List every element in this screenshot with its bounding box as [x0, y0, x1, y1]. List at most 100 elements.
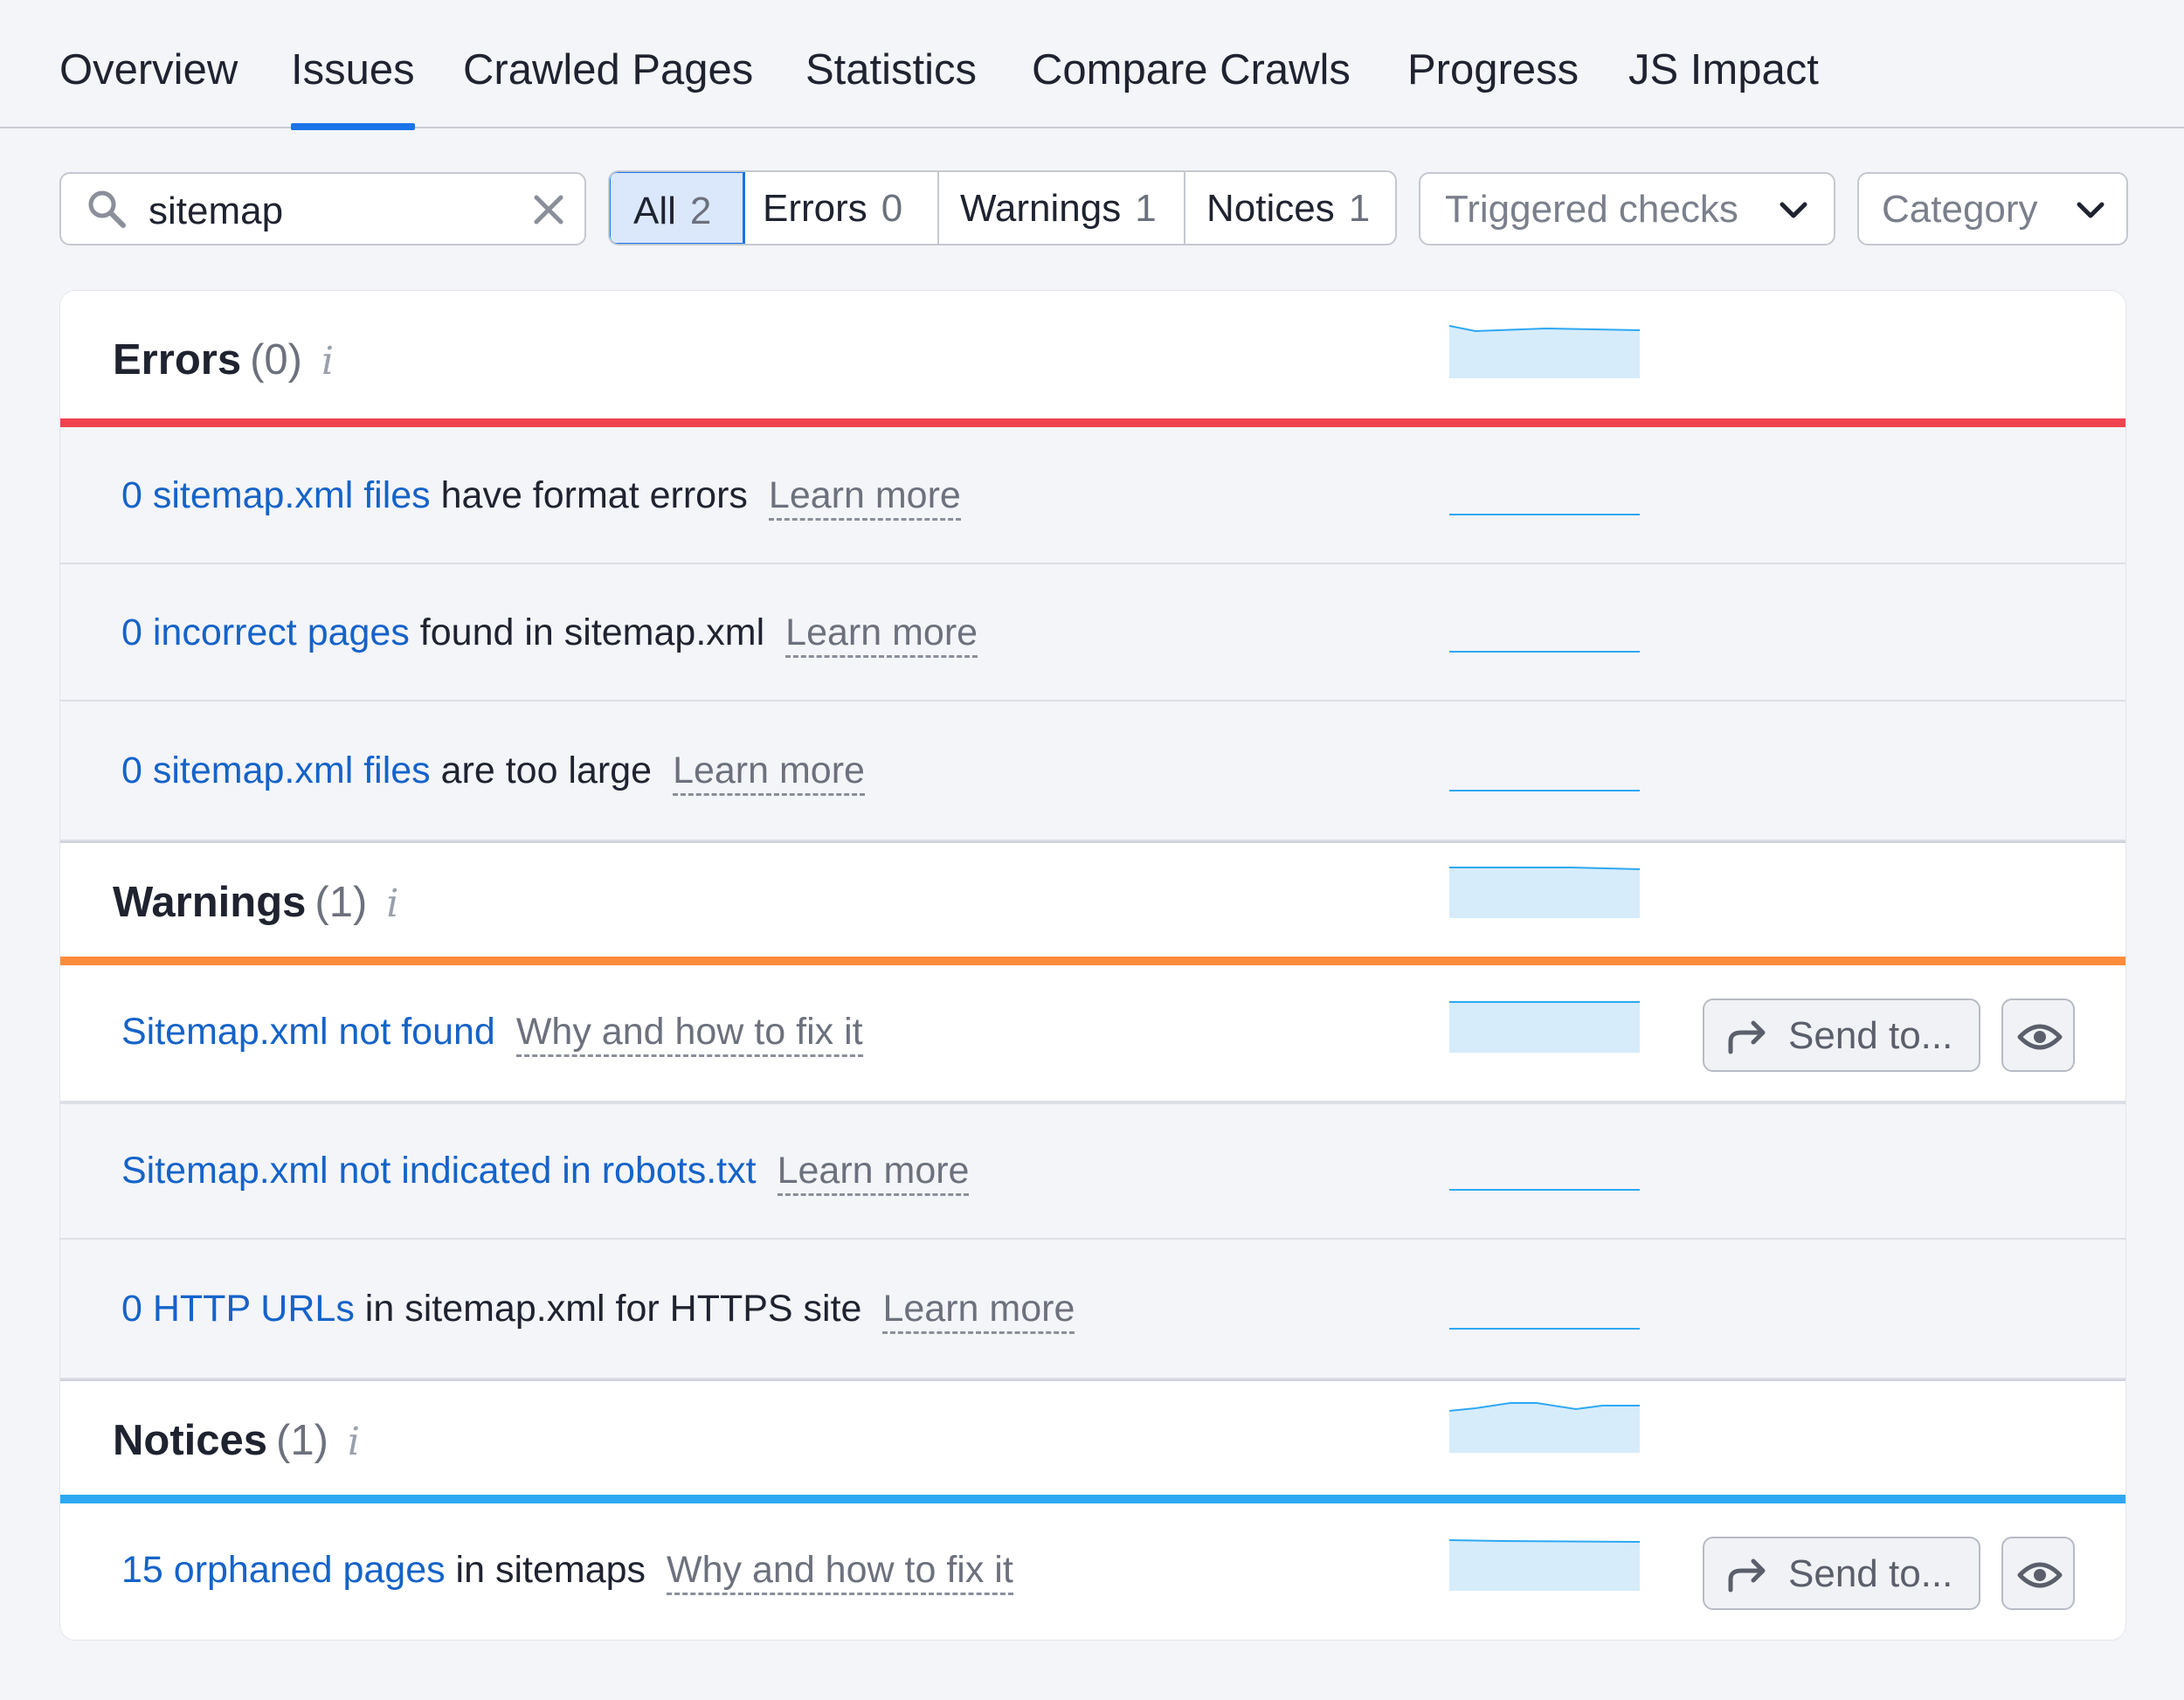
notices-title-text: Notices	[113, 1417, 268, 1464]
issue-row: 0 sitemap.xml files are too large Learn m…	[60, 701, 2125, 841]
filter-all[interactable]: All 2	[610, 172, 745, 244]
tab-compare-crawls[interactable]: Compare Crawls	[1032, 45, 1351, 128]
issue-text: Sitemap.xml not indicated in robots.txt L…	[121, 1150, 970, 1196]
share-arrow-icon	[1728, 1558, 1766, 1593]
tab-crawled-pages[interactable]: Crawled Pages	[463, 45, 753, 128]
issue-description: have format errors	[430, 474, 748, 516]
issue-link[interactable]: Sitemap.xml not indicated in robots.txt	[121, 1150, 757, 1192]
errors-section-header: Errors (0) i	[60, 291, 2125, 418]
info-icon[interactable]: i	[348, 1420, 360, 1464]
send-to-label: Send to...	[1788, 1552, 1953, 1595]
search-box	[59, 172, 586, 245]
close-icon[interactable]	[531, 192, 566, 227]
issues-panel: Errors (0) i 0 sitemap.xml files have form…	[59, 290, 2126, 1641]
triggered-checks-label: Triggered checks	[1445, 188, 1738, 231]
info-icon[interactable]: i	[321, 339, 334, 384]
issue-text: 0 sitemap.xml files have format errors Le…	[121, 474, 961, 521]
tab-issues[interactable]: Issues	[291, 45, 415, 130]
send-to-button[interactable]: Send to...	[1703, 999, 1980, 1072]
search-input[interactable]	[149, 190, 568, 233]
warnings-trend-sparkline	[1449, 867, 1640, 918]
errors-title: Errors (0) i	[113, 335, 334, 384]
issue-link[interactable]: 15 orphaned pages	[121, 1549, 446, 1591]
issue-row: 15 orphaned pages in sitemaps Why and how…	[60, 1503, 2125, 1640]
issue-link[interactable]: 0 sitemap.xml files	[121, 474, 431, 516]
issue-text: 0 HTTP URLs in sitemap.xml for HTTPS sit…	[121, 1288, 1075, 1334]
issue-trend-sparkline	[1449, 651, 1640, 653]
warnings-section-header: Warnings (1) i	[60, 841, 2125, 957]
issue-text: 0 incorrect pages found in sitemap.xml Le…	[121, 612, 978, 658]
eye-icon	[2017, 1562, 2063, 1588]
tab-statistics[interactable]: Statistics	[805, 45, 977, 128]
category-dropdown[interactable]: Category	[1857, 172, 2128, 245]
issue-text: 15 orphaned pages in sitemaps Why and how…	[121, 1549, 1013, 1595]
tab-progress[interactable]: Progress	[1407, 45, 1579, 128]
notices-trend-sparkline	[1449, 1402, 1640, 1453]
learn-more-link[interactable]: Learn more	[777, 1150, 970, 1196]
issue-trend-sparkline	[1449, 1189, 1640, 1191]
filter-all-count: 2	[689, 190, 712, 232]
notices-title: Notices (1) i	[113, 1416, 360, 1465]
share-arrow-icon	[1728, 1020, 1766, 1054]
issue-row: Sitemap.xml not found Why and how to fix …	[60, 965, 2125, 1102]
issue-trend-sparkline	[1449, 1539, 1640, 1591]
learn-more-link[interactable]: Learn more	[673, 750, 865, 796]
send-to-button[interactable]: Send to...	[1703, 1537, 1980, 1610]
filter-all-label: All	[633, 190, 676, 232]
issue-row: 0 HTTP URLs in sitemap.xml for HTTPS sit…	[60, 1240, 2125, 1379]
warnings-count: (1)	[314, 879, 368, 926]
filter-errors[interactable]: Errors 0	[745, 172, 939, 244]
issue-trend-sparkline	[1449, 1001, 1640, 1053]
warnings-color-bar	[60, 957, 2125, 965]
notices-section-header: Notices (1) i	[60, 1379, 2125, 1495]
errors-title-text: Errors	[113, 336, 242, 384]
send-to-label: Send to...	[1788, 1014, 1953, 1057]
learn-more-link[interactable]: Learn more	[882, 1288, 1075, 1334]
fix-guide-link[interactable]: Why and how to fix it	[667, 1549, 1013, 1595]
issue-trend-sparkline	[1449, 1328, 1640, 1330]
chevron-down-icon	[1780, 202, 1807, 218]
issue-trend-sparkline	[1449, 790, 1640, 791]
warnings-title: Warnings (1) i	[113, 878, 398, 927]
info-icon[interactable]: i	[386, 881, 398, 926]
filter-notices-label: Notices	[1206, 187, 1335, 230]
fix-guide-link[interactable]: Why and how to fix it	[515, 1011, 863, 1057]
category-label: Category	[1882, 188, 2038, 231]
filter-warnings-count: 1	[1135, 187, 1157, 230]
learn-more-link[interactable]: Learn more	[768, 474, 961, 521]
issue-link[interactable]: 0 HTTP URLs	[121, 1288, 355, 1330]
search-icon	[88, 190, 126, 228]
severity-filter: All 2 Errors 0 Warnings 1 Notices 1	[608, 170, 1397, 245]
eye-icon	[2017, 1024, 2063, 1050]
issue-link[interactable]: Sitemap.xml not found	[121, 1011, 495, 1053]
issue-description: found in sitemap.xml	[409, 612, 765, 653]
filter-errors-label: Errors	[763, 187, 867, 230]
triggered-checks-dropdown[interactable]: Triggered checks	[1419, 172, 1835, 245]
issue-trend-sparkline	[1449, 514, 1640, 515]
issue-description: are too large	[430, 750, 653, 791]
issue-text: 0 sitemap.xml files are too large Learn m…	[121, 750, 865, 796]
errors-trend-sparkline	[1449, 325, 1640, 378]
view-button[interactable]	[2001, 1537, 2075, 1610]
notices-count: (1)	[276, 1417, 328, 1464]
issue-description: in sitemap.xml for HTTPS site	[354, 1288, 862, 1330]
errors-color-bar	[60, 418, 2125, 427]
issue-link[interactable]: 0 incorrect pages	[121, 612, 410, 653]
chevron-down-icon	[2077, 202, 2105, 218]
tab-bar: Overview Issues Crawled Pages Statistics…	[0, 0, 2184, 130]
filter-warnings-label: Warnings	[960, 187, 1122, 230]
issue-row: 0 sitemap.xml files have format errors Le…	[60, 427, 2125, 564]
warnings-title-text: Warnings	[113, 879, 307, 926]
tab-overview[interactable]: Overview	[59, 45, 238, 128]
filter-notices[interactable]: Notices 1	[1185, 172, 1395, 244]
errors-count: (0)	[250, 336, 302, 384]
issue-row: Sitemap.xml not indicated in robots.txt L…	[60, 1102, 2125, 1240]
learn-more-link[interactable]: Learn more	[785, 612, 978, 658]
filter-warnings[interactable]: Warnings 1	[939, 172, 1185, 244]
issue-row: 0 incorrect pages found in sitemap.xml Le…	[60, 564, 2125, 701]
view-button[interactable]	[2001, 999, 2075, 1072]
notices-color-bar	[60, 1495, 2125, 1503]
tab-js-impact[interactable]: JS Impact	[1628, 45, 1819, 128]
issue-link[interactable]: 0 sitemap.xml files	[121, 750, 431, 791]
filter-errors-count: 0	[881, 187, 903, 230]
